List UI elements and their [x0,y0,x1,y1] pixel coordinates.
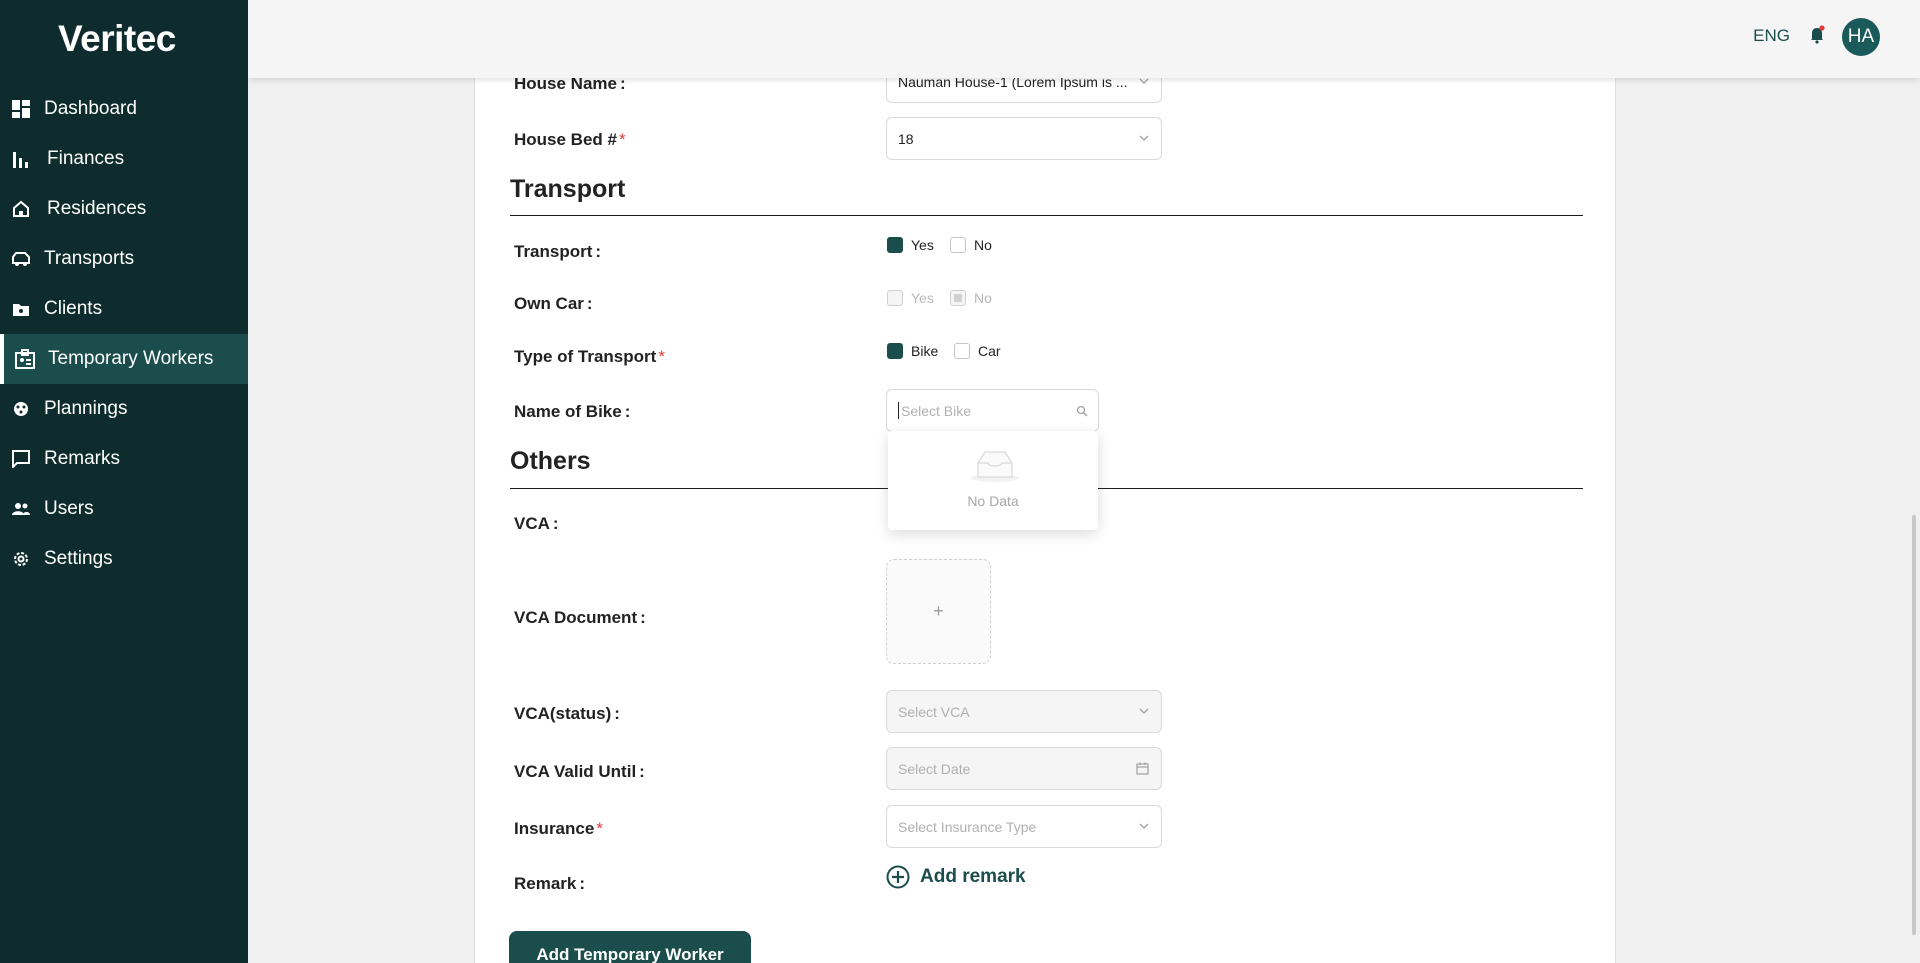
section-divider [510,215,1583,216]
empty-inbox-icon [971,451,1019,482]
language-selector[interactable]: ENG [1753,26,1790,46]
search-icon [1076,405,1088,417]
sidebar-item-label: Settings [44,548,113,569]
sidebar-item-label: Clients [44,298,103,319]
sidebar-item-transports[interactable]: Transports [0,234,248,284]
chevron-down-icon [1139,135,1149,141]
car-icon [10,248,32,270]
checkbox-box [887,290,903,306]
bar-chart-icon [10,148,32,170]
chevron-down-icon [1139,823,1149,829]
calendar-icon [1136,762,1149,775]
own-car-label: Own Car: [514,294,593,313]
sidebar-item-plannings[interactable]: Plannings [0,384,248,434]
sidebar-item-dashboard[interactable]: Dashboard [0,84,248,134]
home-icon [10,198,32,220]
avatar[interactable]: HA [1842,18,1880,56]
type-of-transport-label: Type of Transport * [514,347,665,366]
sidebar-item-temporary-workers[interactable]: Temporary Workers [0,334,248,384]
vca-valid-until-label: VCA Valid Until: [514,762,645,781]
sidebar-item-label: Finances [47,148,125,169]
transport-section-title: Transport [510,175,626,203]
transport-no-checkbox[interactable]: No [950,237,992,253]
house-bed-value: 18 [898,130,914,147]
add-remark-label: Add remark [920,866,1026,887]
vca-document-upload[interactable]: + [886,559,991,664]
vca-valid-until-placeholder: Select Date [898,760,971,777]
sidebar-item-clients[interactable]: Clients [0,284,248,334]
checkbox-box [950,290,966,306]
others-section-title: Others [510,447,591,475]
sidebar-item-label: Transports [44,248,135,269]
sidebar-item-label: Residences [47,198,147,219]
checkbox-box [887,343,903,359]
vca-status-label: VCA(status): [514,704,620,723]
sidebar-item-label: Remarks [44,448,121,469]
top-bar: ENG HA [248,0,1920,78]
sidebar-item-residences[interactable]: Residences [0,184,248,234]
sidebar-item-remarks[interactable]: Remarks [0,434,248,484]
transport-yes-checkbox[interactable]: Yes [887,237,934,253]
name-of-bike-placeholder: Select Bike [901,402,972,419]
bell-icon[interactable] [1806,24,1828,46]
sidebar-item-settings[interactable]: Settings [0,534,248,584]
plus-icon: + [933,601,944,621]
no-data-text: No Data [967,493,1019,509]
scrollbar[interactable] [1912,515,1916,935]
sidebar-item-label: Users [44,498,94,519]
own-car-yes-checkbox[interactable]: Yes [887,290,934,306]
sidebar-item-users[interactable]: Users [0,484,248,534]
sidebar-item-label: Plannings [44,398,128,419]
checkbox-box [950,237,966,253]
bike-dropdown: No Data [888,431,1098,530]
checkbox-box [954,343,970,359]
vca-valid-until-input[interactable]: Select Date [886,747,1162,790]
vca-document-label: VCA Document: [514,608,646,627]
plus-circle-icon [886,865,910,889]
house-bed-label: House Bed # * [514,130,626,149]
folder-icon [10,298,32,320]
type-bike-checkbox[interactable]: Bike [887,343,938,359]
vca-label: VCA: [514,514,559,533]
text-cursor [898,402,899,419]
sidebar: Veritec Dashboard Finances Residences Tr… [0,0,248,963]
sidebar-item-label: Temporary Workers [48,348,214,369]
add-temporary-worker-button[interactable]: Add Temporary Worker [509,931,751,963]
sidebar-item-label: Dashboard [44,98,137,119]
planning-icon [10,398,32,420]
vca-status-placeholder: Select VCA [898,703,970,720]
comment-icon [10,448,32,470]
vca-status-select[interactable]: Select VCA [886,690,1162,733]
gear-icon [10,548,32,570]
id-card-icon [14,348,36,370]
type-car-checkbox[interactable]: Car [954,343,1001,359]
house-bed-select[interactable]: 18 [886,117,1162,160]
chevron-down-icon [1139,708,1149,714]
insurance-select[interactable]: Select Insurance Type [886,805,1162,848]
sidebar-item-finances[interactable]: Finances [0,134,248,184]
users-icon [10,498,32,520]
own-car-no-checkbox[interactable]: No [950,290,992,306]
name-of-bike-select[interactable]: Select Bike [886,389,1099,432]
app-logo: Veritec [58,18,176,59]
dashboard-icon [10,98,32,120]
checkbox-box [887,237,903,253]
transport-label: Transport: [514,242,602,261]
add-remark-button[interactable]: Add remark [886,865,1026,889]
name-of-bike-label: Name of Bike: [514,402,631,421]
insurance-placeholder: Select Insurance Type [898,818,1037,835]
insurance-label: Insurance * [514,819,603,838]
sidebar-nav: Dashboard Finances Residences Transports… [0,84,248,584]
remark-label: Remark: [514,874,586,893]
